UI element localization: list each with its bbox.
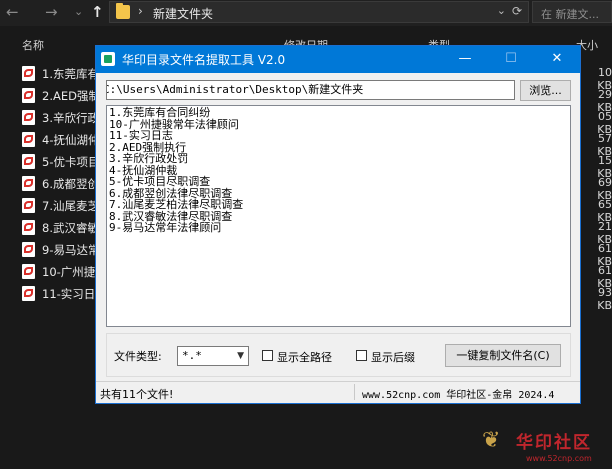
- watermark-url: www.52cnp.com: [526, 454, 592, 463]
- file-name: 2.AED强制: [42, 89, 100, 103]
- pdf-file-icon: [22, 88, 35, 103]
- pdf-file-icon: [22, 198, 35, 213]
- window-title: 华印目录文件名提取工具 V2.0: [122, 53, 286, 67]
- file-row[interactable]: 1.东莞库有: [22, 63, 102, 85]
- file-row[interactable]: 7.汕尾麦芝: [22, 195, 102, 217]
- show-full-path-checkbox[interactable]: 显示全路径: [262, 348, 344, 364]
- result-textarea[interactable]: 1.东莞库有合同纠纷 10-广州捷骏常年法律顾问 11-实习日志 2.AED强制…: [106, 105, 571, 327]
- column-header-name[interactable]: 名称: [22, 37, 44, 53]
- watermark: ❦ 华印社区 www.52cnp.com: [482, 426, 612, 469]
- file-row[interactable]: 2.AED强制: [22, 85, 102, 107]
- browse-button[interactable]: 浏览...: [520, 80, 571, 101]
- file-name: 7.汕尾麦芝: [42, 199, 99, 213]
- file-row[interactable]: 10-广州捷: [22, 261, 102, 283]
- up-arrow-icon[interactable]: ↑: [91, 3, 104, 21]
- title-bar[interactable]: 华印目录文件名提取工具 V2.0 — ☐ ✕: [96, 46, 580, 73]
- file-row[interactable]: 3.辛欣行政: [22, 107, 102, 129]
- credit-status: www.52cnp.com 华印社区-金帛 2024.4: [362, 390, 555, 401]
- explorer-toolbar: ← → ⌄ ↑ › 新建文件夹 ⌄ ⟳ 在 新建文...: [0, 0, 612, 26]
- file-name: 5-优卡项目: [42, 155, 100, 169]
- pdf-file-icon: [22, 176, 35, 191]
- result-line: 9-易马达常年法律顾问: [109, 221, 222, 234]
- pdf-file-icon: [22, 154, 35, 169]
- result-line: 3.辛欣行政处罚: [109, 152, 189, 165]
- file-name: 10-广州捷: [42, 265, 96, 279]
- filetype-value: *.*: [182, 349, 202, 362]
- file-row[interactable]: 11-实习日: [22, 283, 102, 305]
- file-name: 8.武汉睿敏: [42, 221, 99, 235]
- folder-icon: [116, 3, 130, 19]
- copy-filenames-button[interactable]: 一键复制文件名(C): [445, 344, 561, 367]
- refresh-icon[interactable]: ⟳: [512, 4, 522, 18]
- address-dropdown-icon[interactable]: ⌄: [497, 4, 506, 17]
- file-row[interactable]: 4-抚仙湖仲: [22, 129, 102, 151]
- result-line: 10-广州捷骏常年法律顾问: [109, 117, 239, 131]
- file-row[interactable]: 5-优卡项目: [22, 151, 102, 173]
- file-name: 9-易马达常: [42, 243, 100, 257]
- app-icon: [101, 52, 115, 66]
- show-full-path-label: 显示全路径: [277, 351, 332, 364]
- pdf-file-icon: [22, 132, 35, 147]
- status-divider: [354, 384, 355, 400]
- pdf-file-icon: [22, 264, 35, 279]
- breadcrumb-separator: ›: [138, 4, 143, 18]
- show-extension-label: 显示后缀: [371, 351, 415, 364]
- minimize-icon[interactable]: —: [442, 46, 488, 73]
- result-line: 11-实习日志: [109, 129, 173, 142]
- pdf-file-icon: [22, 66, 35, 81]
- pdf-file-icon: [22, 220, 35, 235]
- chevron-down-icon: ▼: [237, 351, 244, 361]
- maximize-icon: ☐: [505, 51, 517, 66]
- result-line: 1.东莞库有合同纠纷: [109, 106, 211, 119]
- status-bar: 共有11个文件! www.52cnp.com 华印社区-金帛 2024.4: [96, 381, 580, 403]
- forward-arrow-icon[interactable]: →: [45, 3, 58, 21]
- breadcrumb-current[interactable]: 新建文件夹: [153, 5, 213, 22]
- file-row[interactable]: 8.武汉睿敏: [22, 217, 102, 239]
- path-input[interactable]: C:\Users\Administrator\Desktop\新建文件夹: [106, 80, 515, 100]
- checkbox-box: [356, 350, 367, 361]
- file-name: 1.东莞库有: [42, 67, 99, 81]
- pdf-file-icon: [22, 286, 35, 301]
- search-input[interactable]: 在 新建文...: [532, 1, 612, 23]
- recent-locations-icon[interactable]: ⌄: [74, 3, 83, 21]
- show-extension-checkbox[interactable]: 显示后缀: [356, 348, 426, 364]
- file-name: 3.辛欣行政: [42, 111, 99, 125]
- file-name: 6.成都翌创: [42, 177, 99, 191]
- close-icon[interactable]: ✕: [534, 46, 580, 73]
- pdf-file-icon: [22, 242, 35, 257]
- file-name: 11-实习日: [42, 287, 96, 301]
- filetype-select[interactable]: *.* ▼: [177, 346, 249, 366]
- watermark-logo-icon: ❦: [482, 428, 501, 453]
- result-line: 5-优卡项目尽职调查: [109, 175, 211, 188]
- file-row[interactable]: 9-易马达常: [22, 239, 102, 261]
- address-bar[interactable]: › 新建文件夹 ⌄ ⟳: [109, 1, 529, 23]
- file-row[interactable]: 6.成都翌创: [22, 173, 102, 195]
- result-line: 7.汕尾麦芝柏法律尽职调查: [109, 198, 244, 211]
- tool-window: 华印目录文件名提取工具 V2.0 — ☐ ✕ C:\Users\Administ…: [95, 45, 581, 404]
- file-name: 4-抚仙湖仲: [42, 133, 100, 147]
- filetype-label: 文件类型:: [114, 350, 162, 363]
- file-count-status: 共有11个文件!: [100, 388, 174, 401]
- checkbox-box: [262, 350, 273, 361]
- watermark-text: 华印社区: [516, 433, 592, 453]
- pdf-file-icon: [22, 110, 35, 125]
- file-size: 93 KB: [597, 286, 612, 312]
- back-arrow-icon[interactable]: ←: [6, 3, 19, 21]
